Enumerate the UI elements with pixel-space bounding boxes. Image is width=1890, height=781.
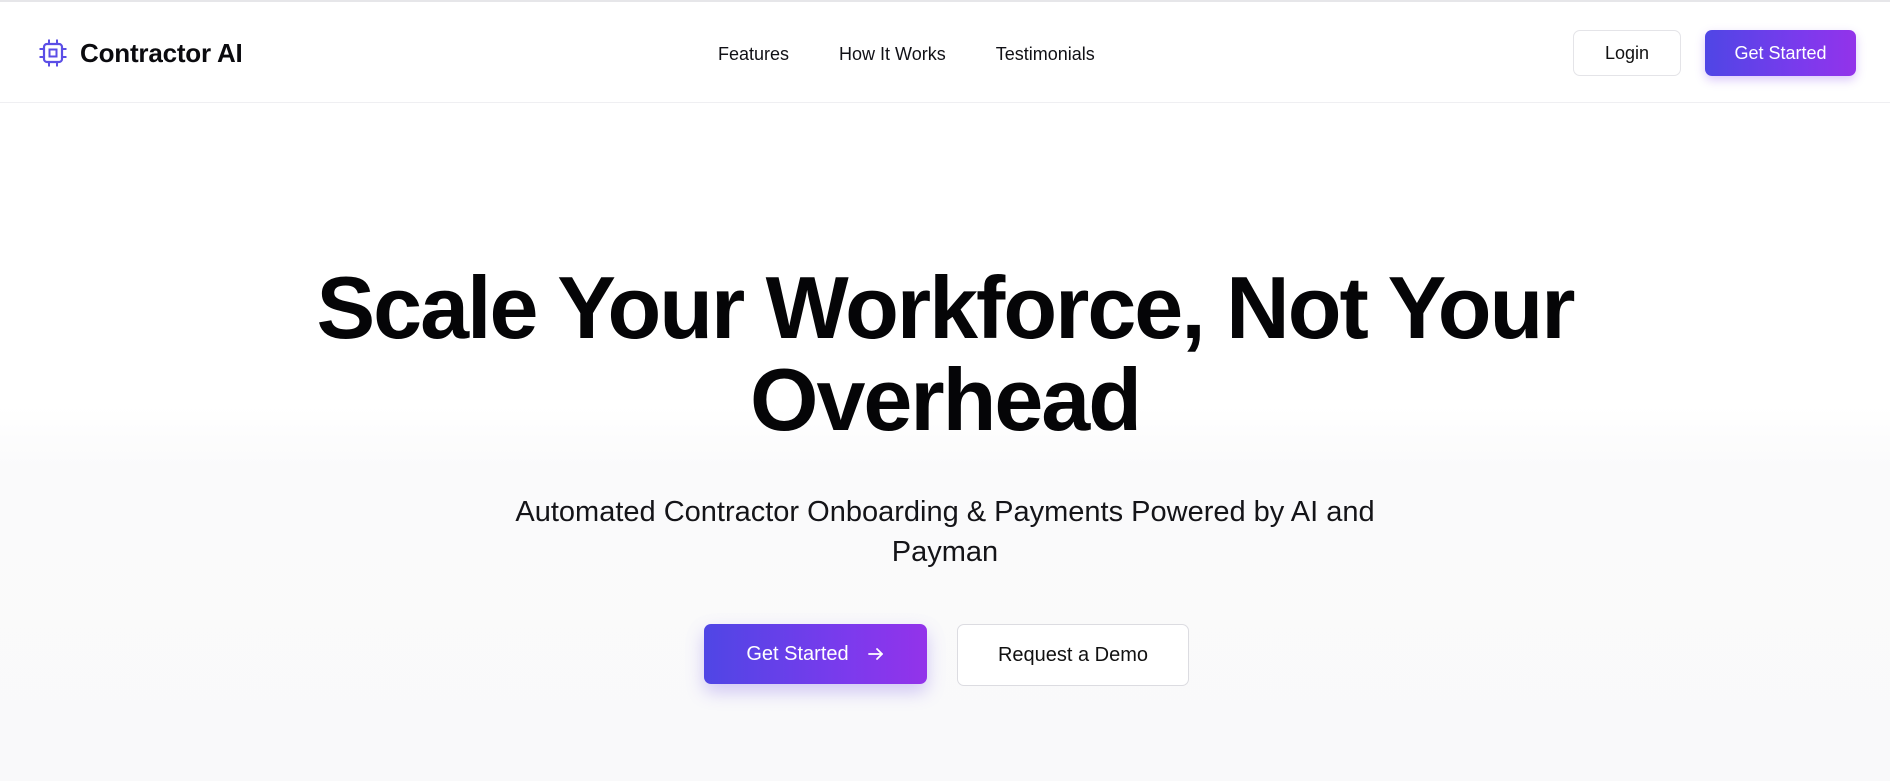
hero-get-started-button[interactable]: Get Started [704,624,927,684]
cpu-chip-icon [39,39,67,67]
brand-name: Contractor AI [80,37,243,68]
brand-logo-link[interactable]: Contractor AI [38,36,243,70]
hero-subtitle: Automated Contractor Onboarding & Paymen… [515,496,1375,568]
request-demo-button[interactable]: Request a Demo [957,624,1189,686]
main-nav: Features How It Works Testimonials [718,42,1095,66]
hero-cta-row: Get Started Request a Demo [0,624,1890,686]
nav-link-features[interactable]: Features [718,44,789,65]
nav-link-how-it-works[interactable]: How It Works [839,44,946,65]
hero-get-started-label: Get Started [746,642,849,665]
arrow-right-icon [867,648,883,660]
nav-link-testimonials[interactable]: Testimonials [996,44,1095,65]
login-button[interactable]: Login [1573,30,1681,76]
hero-title: Scale Your Workforce, Not Your Overhead [0,262,1890,446]
hero-title-line-2: Overhead [750,350,1142,449]
site-header: Contractor AI Features How It Works Test… [0,2,1890,103]
hero-title-line-1: Scale Your Workforce, Not Your [316,258,1575,357]
header-get-started-button[interactable]: Get Started [1705,30,1856,76]
